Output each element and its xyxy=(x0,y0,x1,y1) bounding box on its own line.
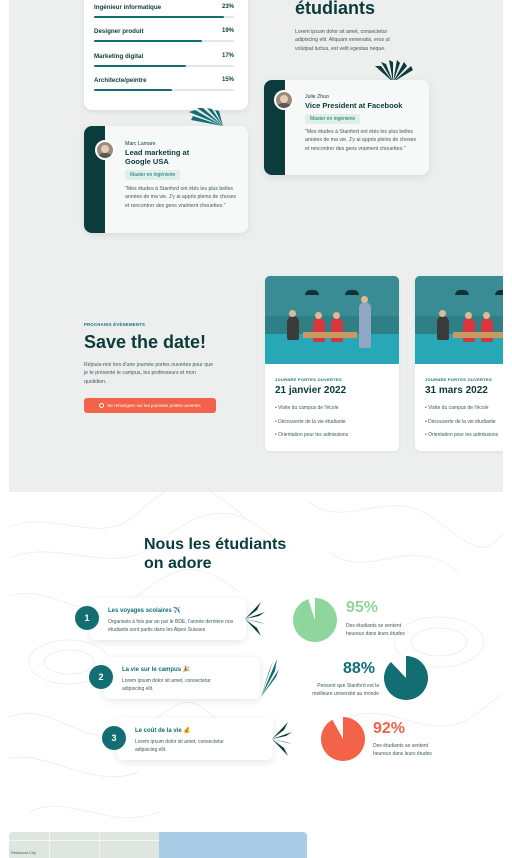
stat-percent: 19% xyxy=(221,28,234,34)
adore-section: Nous les étudiants on adore 1 Les voyage… xyxy=(9,492,503,858)
info-icon xyxy=(99,403,105,408)
stat-pie-chart xyxy=(293,598,337,642)
hero-title: étudiants xyxy=(295,0,376,18)
event-date: 31 mars 2022 xyxy=(425,385,488,396)
map-place-label: Redwood City xyxy=(11,850,36,855)
list-item: Découverte de la vie étudiante xyxy=(425,419,498,433)
stat-percent: 17% xyxy=(221,53,234,59)
palm-leaf-icon xyxy=(189,108,223,126)
top-section: Ingénieur informatique 23% Designer prod… xyxy=(9,0,503,492)
stat-percentage: 95% xyxy=(346,599,379,616)
palm-leaf-icon xyxy=(245,602,265,636)
testimonial-name: Marc Lamare xyxy=(125,141,156,147)
stat-label: Designer produit xyxy=(94,28,144,35)
stat-percentage: 92% xyxy=(373,720,406,737)
degree-badge: Master en ingénierie xyxy=(305,114,361,124)
stat-bar-fill xyxy=(94,40,202,42)
feature-title: La vie sur le campus 🎉 xyxy=(122,667,191,673)
events-eyebrow: PROCHAINS ÉVÈNEMENTS xyxy=(84,322,146,327)
stat-description: Pensent que Stanford est la meilleure un… xyxy=(312,683,379,697)
pie-svg xyxy=(384,656,428,700)
stat-pie-chart xyxy=(384,656,428,700)
events-description: Réjouis-moi lors d'une journée portes ou… xyxy=(84,362,214,385)
section-title-line: on adore xyxy=(144,555,212,572)
list-item: Visite du campus de l'école xyxy=(425,405,498,419)
pie-value-slice xyxy=(384,656,428,700)
stat-percent: 15% xyxy=(221,77,234,83)
feature-number: 3 xyxy=(102,726,126,750)
degree-badge: Master en ingénierie xyxy=(125,170,181,180)
feature-card: 3 Le coût de la vie 💰 Lorem ipsum dolor … xyxy=(102,718,273,760)
pie-svg xyxy=(293,598,337,642)
stat-bar-fill xyxy=(94,16,225,18)
event-caption: JOURNÉE PORTES OUVERTES xyxy=(275,377,342,382)
stat-bar-track xyxy=(94,89,234,91)
pie-value-slice xyxy=(293,598,337,642)
palm-leaf-icon xyxy=(272,722,292,756)
palm-leaf-icon xyxy=(261,659,279,697)
page-frame: Ingénieur informatique 23% Designer prod… xyxy=(9,0,503,858)
testimonial-card: Marc Lamare Lead marketing at Google USA… xyxy=(84,126,248,233)
feature-title: Les voyages scolaires ✈️ xyxy=(108,608,181,614)
career-stats-card: Ingénieur informatique 23% Designer prod… xyxy=(84,0,248,110)
pie-svg xyxy=(321,717,365,761)
stat-bar-track xyxy=(94,65,234,67)
avatar xyxy=(274,90,294,110)
event-photo xyxy=(415,276,503,364)
list-item: Visite du campus de l'école xyxy=(275,405,348,419)
testimonial-role: Lead marketing at Google USA xyxy=(125,148,190,166)
event-program-list: Visite du campus de l'école Découverte d… xyxy=(425,405,498,446)
feature-description: Lorem ipsum dolor sit amet, consectetur … xyxy=(135,739,224,753)
stat-percentage: 88% xyxy=(343,660,376,677)
testimonial-quote: "Mes études à Stanford ont étés les plus… xyxy=(125,186,237,209)
open-days-button[interactable]: Se renseigner sur les journées portes ou… xyxy=(84,398,216,413)
stat-bar-fill xyxy=(94,65,187,67)
avatar xyxy=(95,140,115,160)
feature-number: 1 xyxy=(75,606,99,630)
testimonial-name: Julie Zhuo xyxy=(305,94,329,100)
event-date: 21 janvier 2022 xyxy=(275,385,347,396)
list-item: Orientation pour les admissions xyxy=(275,432,348,446)
list-item: Orientation pour les admissions xyxy=(425,432,498,446)
campus-map[interactable]: Redwood City xyxy=(9,832,307,858)
feature-title: Le coût de la vie 💰 xyxy=(135,728,191,734)
feature-card: 1 Les voyages scolaires ✈️ Organisés à f… xyxy=(75,598,246,640)
event-card[interactable]: JOURNÉE PORTES OUVERTES 31 mars 2022 Vis… xyxy=(415,276,503,451)
feature-description: Organisés à fois par an par le BDE, l'an… xyxy=(108,619,234,633)
feature-card: 2 La vie sur le campus 🎉 Lorem ipsum dol… xyxy=(89,657,260,699)
event-photo xyxy=(265,276,399,364)
event-program-list: Visite du campus de l'école Découverte d… xyxy=(275,405,348,446)
palm-leaf-icon xyxy=(375,60,413,82)
hero-text: Lorem ipsum dolor sit amet, consectetur … xyxy=(295,29,390,52)
stat-label: Ingénieur informatique xyxy=(94,4,162,11)
testimonial-role: Vice President at Facebook xyxy=(305,101,403,110)
stat-description: Des étudiants se sentent heureux dans le… xyxy=(346,623,405,637)
event-card[interactable]: JOURNÉE PORTES OUVERTES 21 janvier 2022 … xyxy=(265,276,399,451)
stat-bar-track xyxy=(94,16,234,18)
list-item: Découverte de la vie étudiante xyxy=(275,419,348,433)
pie-value-slice xyxy=(321,717,365,761)
feature-description: Lorem ipsum dolor sit amet, consectetur … xyxy=(122,678,211,692)
section-title: Nous les étudiants on adore xyxy=(144,535,286,573)
events-title: Save the date! xyxy=(84,332,207,352)
stat-label: Architecte/peintre xyxy=(94,77,147,84)
stat-description: Des étudiants se sentent heureux dans le… xyxy=(373,743,432,757)
stat-bar-fill xyxy=(94,89,173,91)
testimonial-card: Julie Zhuo Vice President at Facebook Ma… xyxy=(264,80,429,175)
stat-percent: 23% xyxy=(221,4,234,10)
feature-number: 2 xyxy=(89,665,113,689)
stat-bar-track xyxy=(94,40,234,42)
section-title-line: Nous les étudiants xyxy=(144,536,287,553)
stat-label: Marketing digital xyxy=(94,53,144,60)
stat-pie-chart xyxy=(321,717,365,761)
map-water xyxy=(159,832,307,858)
testimonial-quote: "Mes études à Stanford ont étés les plus… xyxy=(305,129,417,152)
event-caption: JOURNÉE PORTES OUVERTES xyxy=(425,377,492,382)
open-days-button-label: Se renseigner sur les journées portes ou… xyxy=(107,403,201,408)
